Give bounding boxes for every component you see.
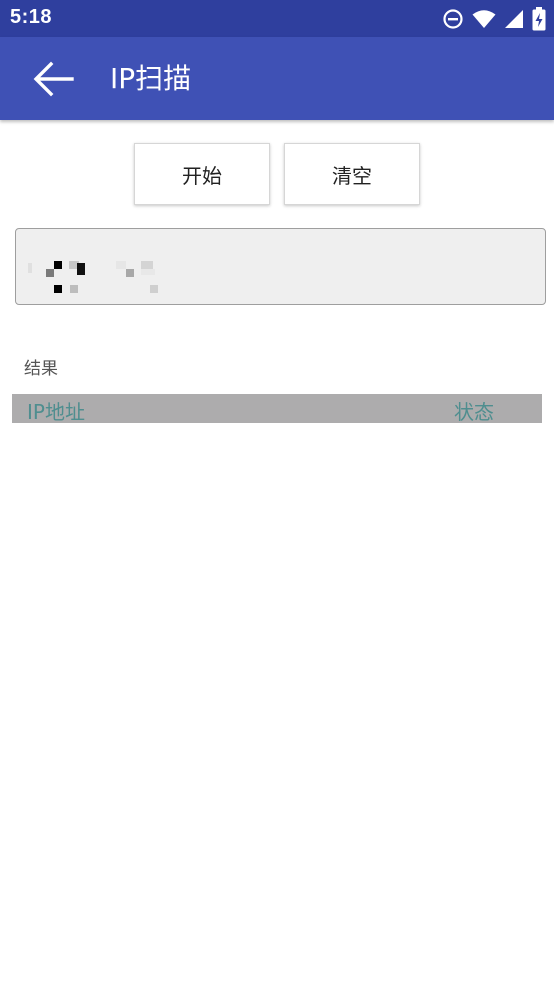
status-icons [442, 6, 546, 32]
app-bar: IP扫描 [0, 37, 554, 120]
status-time: 5:18 [10, 6, 53, 28]
status-bar: 5:18 [0, 0, 554, 37]
battery-charging-icon [532, 7, 546, 31]
do-not-disturb-icon [443, 9, 463, 29]
results-table-header: IP地址 状态 [12, 394, 542, 424]
arrow-left-icon[interactable] [32, 61, 74, 97]
column-header-ip: IP地址 [27, 400, 85, 424]
clear-button[interactable]: 清空 [284, 143, 420, 205]
column-header-status: 状态 [454, 400, 494, 424]
wifi-icon [472, 10, 496, 28]
start-button[interactable]: 开始 [134, 143, 270, 205]
ip-input[interactable] [15, 228, 546, 305]
results-label: 结果 [24, 359, 58, 379]
signal-icon [505, 10, 523, 28]
page-title: IP扫描 [110, 62, 192, 95]
